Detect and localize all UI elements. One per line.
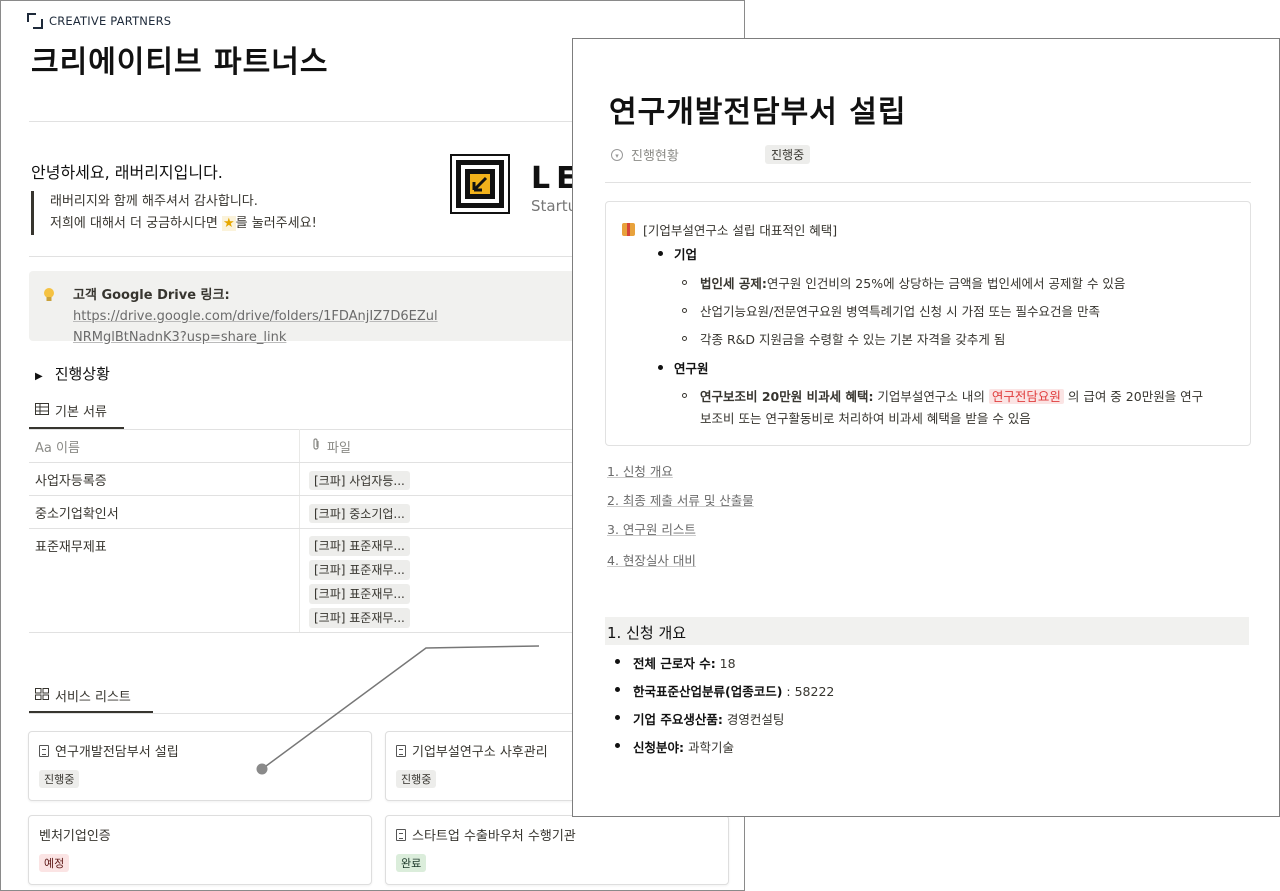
property-name: 진행현황	[631, 149, 679, 164]
fact-item: 기업 주요생산품: 경영컨설팅	[633, 709, 784, 728]
toc-link[interactable]: 4. 현장실사 대비	[607, 550, 696, 569]
fact-item: 한국표준산업분류(업종코드) : 58222	[633, 681, 834, 700]
divider	[605, 182, 1251, 183]
gift-icon	[622, 223, 635, 236]
benefit-item: 산업기능요원/전문연구요원 병역특례기업 신청 시 가점 또는 필수요건을 만족	[700, 304, 1101, 319]
sub-bullet	[682, 308, 687, 313]
bullet	[615, 659, 620, 664]
fact-value: : 58222	[782, 684, 835, 699]
section-heading: 1. 신청 개요	[605, 617, 1249, 645]
bullet	[615, 687, 620, 692]
toc-link[interactable]: 3. 연구원 리스트	[607, 519, 696, 538]
benefits-title: [기업부설연구소 설립 대표적인 혜택]	[622, 220, 837, 239]
bullet	[615, 743, 620, 748]
benefit-item: 법인세 공제:연구원 인건비의 25%에 상당하는 금액을 법인세에서 공제할 …	[700, 273, 1125, 292]
detail-page-title: 연구개발전담부서 설립	[609, 95, 907, 130]
benefit-item: 각종 R&D 지원금을 수령할 수 있는 기본 자격을 갖추게 됨	[700, 332, 1006, 347]
select-property-icon: ▾	[611, 148, 623, 161]
benefit-item-text: 기업부설연구소 내의	[873, 389, 989, 404]
status-value-chip[interactable]: 진행중	[765, 145, 811, 164]
detail-page-window: 연구개발전담부서 설립 ▾ 진행현황 진행중 [기업부설연구소 설립 대표적인 …	[572, 38, 1280, 817]
fact-label: 기업 주요생산품:	[633, 712, 723, 727]
bullet	[658, 365, 663, 370]
benefit-item-text: 의 급여 중 20만원을 연구	[1063, 389, 1204, 404]
fact-label: 신청분야:	[633, 740, 684, 755]
benefit-item-label: 연구보조비 20만원 비과세 혜택:	[700, 389, 874, 404]
fact-value: 18	[715, 656, 736, 671]
sub-bullet	[682, 393, 687, 398]
benefit-group-company: 기업	[674, 247, 698, 262]
benefits-callout: [기업부설연구소 설립 대표적인 혜택] 기업 법인세 공제:연구원 인건비의 …	[605, 201, 1251, 446]
benefit-item: 연구보조비 20만원 비과세 혜택: 기업부설연구소 내의 연구전담요원 의 급…	[700, 386, 1203, 405]
benefit-item-text: 연구원 인건비의 25%에 상당하는 금액을 법인세에서 공제할 수 있음	[766, 276, 1126, 291]
sub-bullet	[682, 336, 687, 341]
benefit-item-cont: 보조비 또는 연구활동비로 처리하여 비과세 혜택을 받을 수 있음	[700, 411, 1031, 426]
fact-value: 경영컨설팅	[722, 712, 785, 727]
fact-item: 전체 근로자 수: 18	[633, 653, 736, 672]
highlight-tag: 연구전담요원	[988, 389, 1064, 404]
toc-link[interactable]: 2. 최종 제출 서류 및 산출물	[607, 490, 754, 509]
bullet	[615, 715, 620, 720]
benefits-title-text: [기업부설연구소 설립 대표적인 혜택]	[643, 223, 838, 238]
fact-value: 과학기술	[684, 740, 734, 755]
bullet	[658, 251, 663, 256]
fact-label: 한국표준산업분류(업종코드)	[633, 684, 783, 699]
fact-label: 전체 근로자 수:	[633, 656, 716, 671]
benefit-group-researcher: 연구원	[674, 361, 709, 376]
fact-item: 신청분야: 과학기술	[633, 737, 734, 756]
sub-bullet	[682, 280, 687, 285]
section-heading-text: 1. 신청 개요	[607, 624, 687, 642]
property-status-label[interactable]: ▾ 진행현황	[611, 145, 679, 164]
benefit-item-label: 법인세 공제:	[700, 276, 767, 291]
toc-link[interactable]: 1. 신청 개요	[607, 461, 673, 480]
